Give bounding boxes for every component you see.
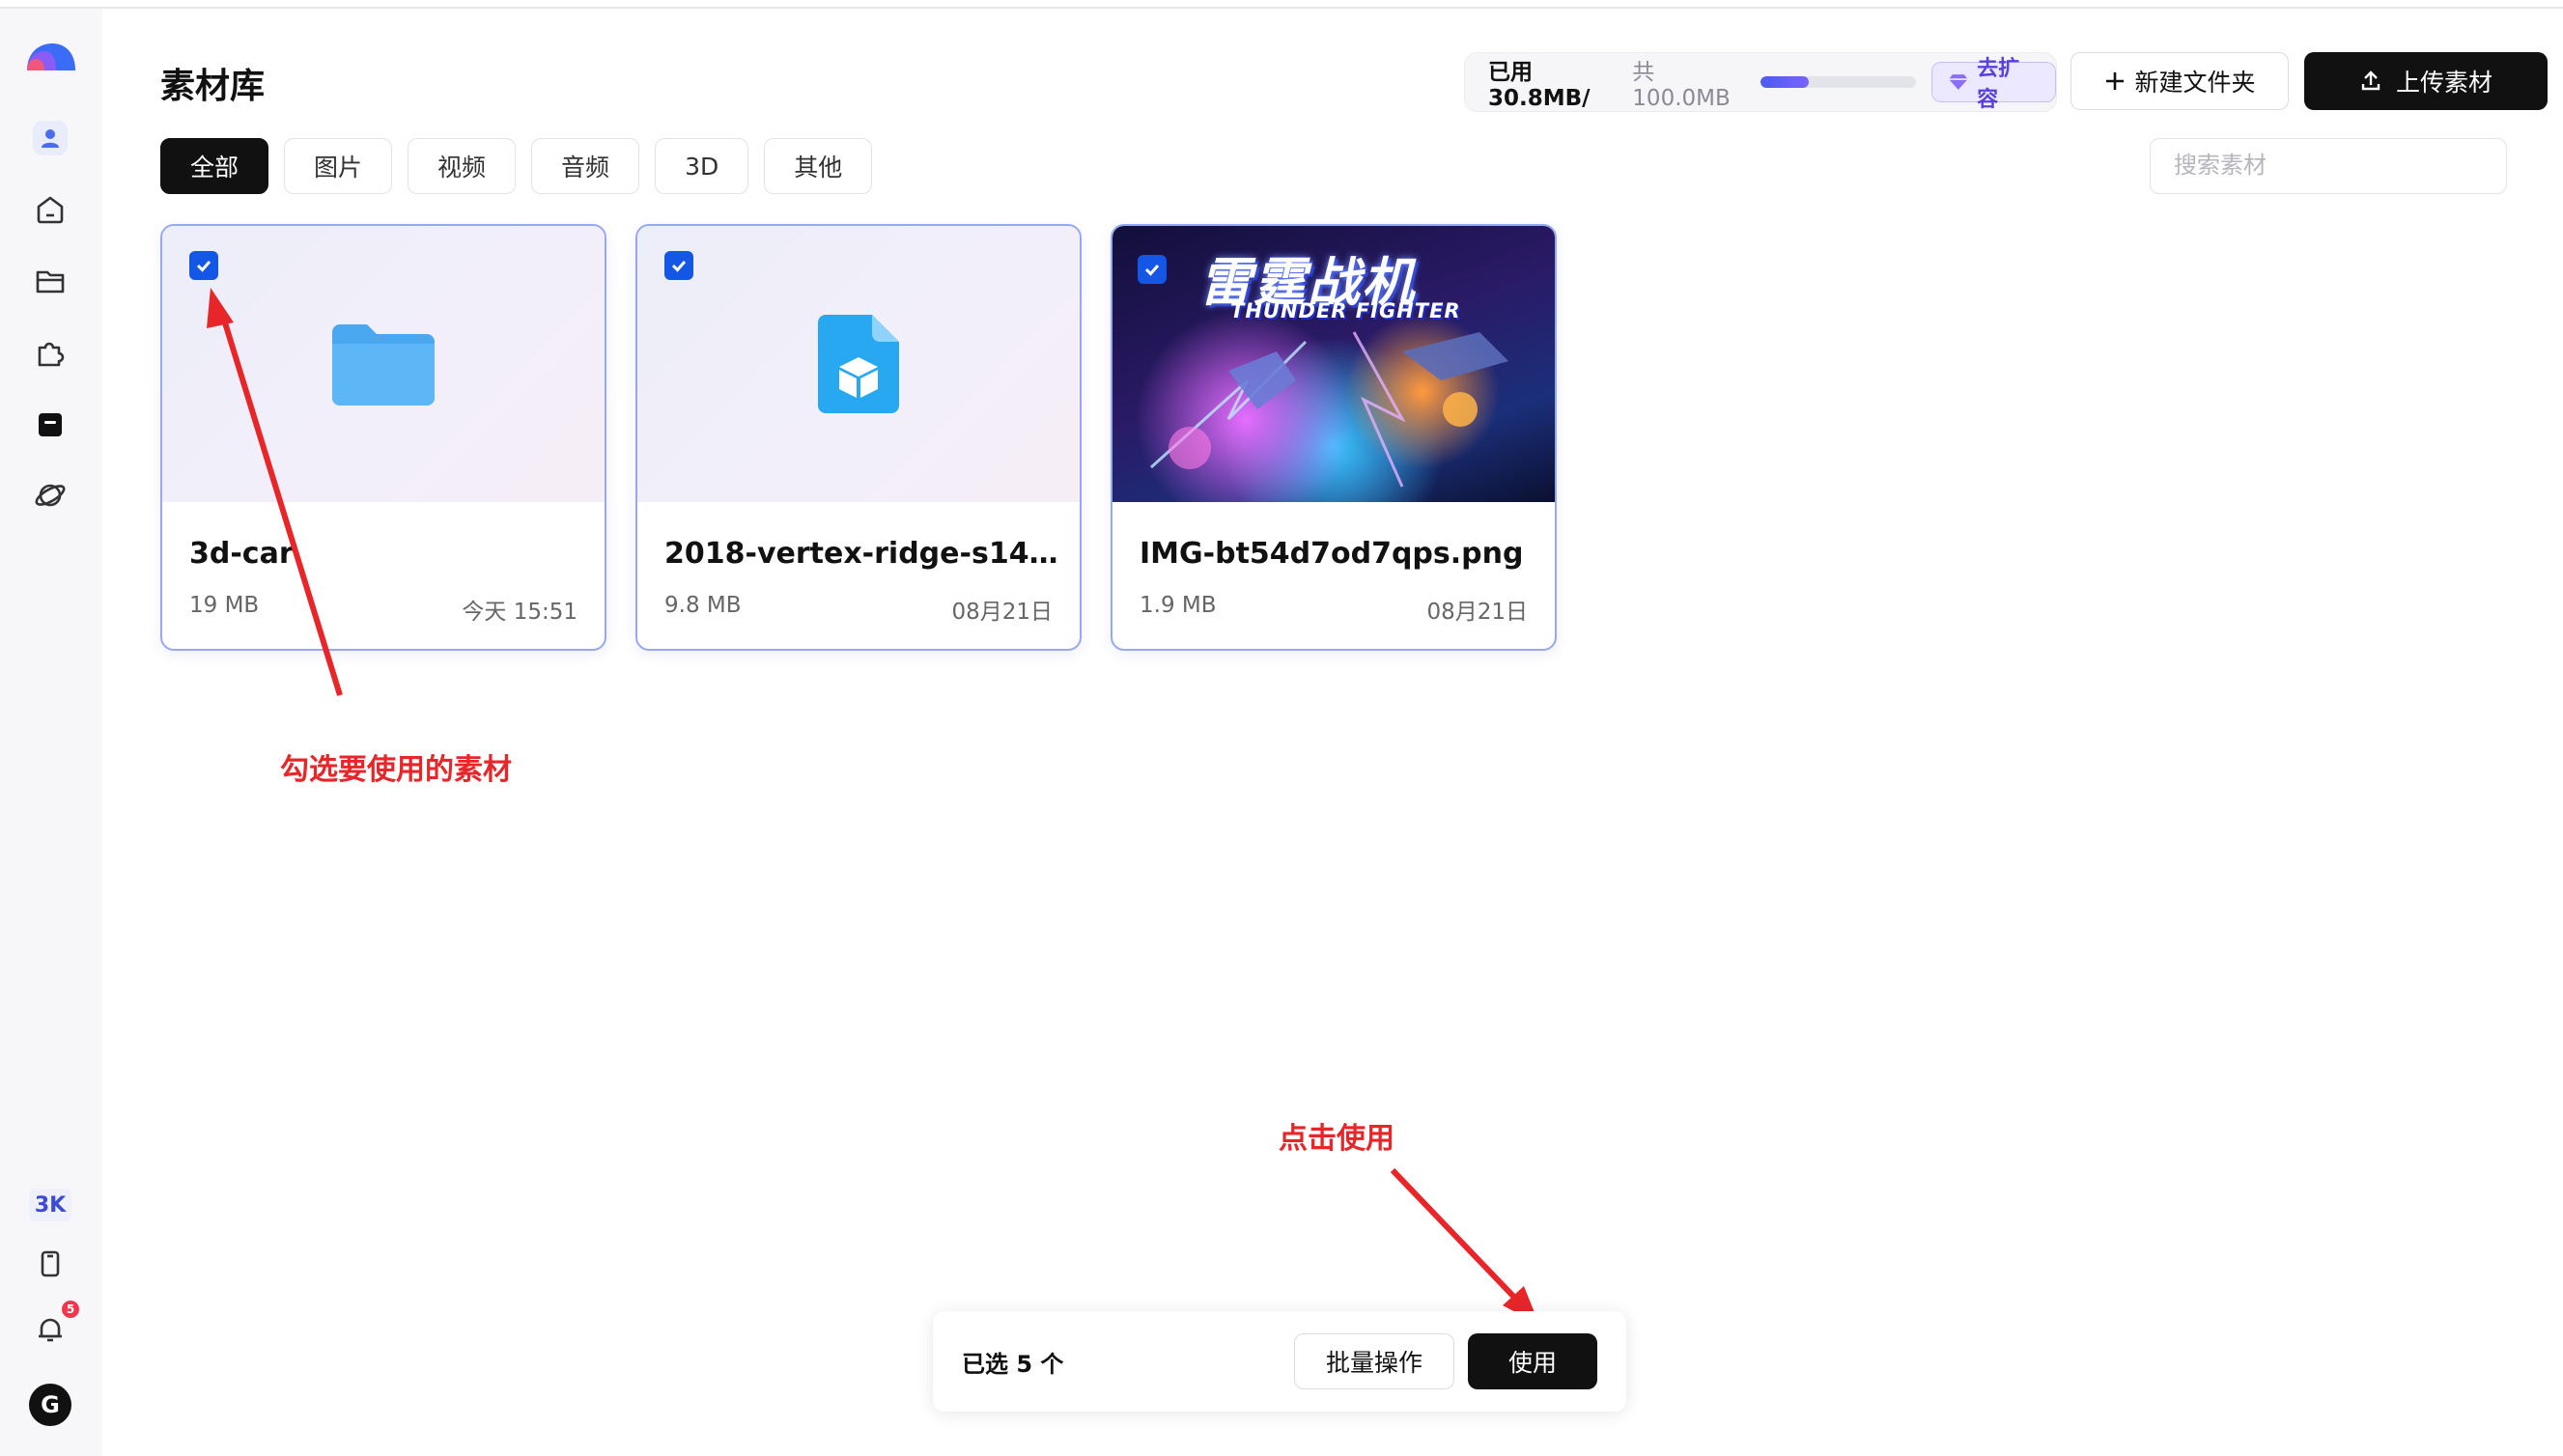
diamond-icon bbox=[1949, 74, 1969, 90]
badge-3k[interactable]: 3K bbox=[29, 1189, 71, 1221]
category-tabs: 全部 图片 视频 音频 3D 其他 bbox=[160, 138, 873, 194]
checkmark-icon bbox=[1144, 265, 1160, 276]
new-folder-button[interactable]: 新建文件夹 bbox=[2070, 52, 2289, 110]
app-logo-icon[interactable] bbox=[23, 38, 79, 76]
use-button[interactable]: 使用 bbox=[1468, 1333, 1597, 1389]
folder-nav-icon[interactable] bbox=[29, 260, 71, 302]
poster-subtitle: THUNDER FIGHTER bbox=[1230, 299, 1461, 322]
asset-name: 3d-car bbox=[189, 537, 294, 571]
asset-card[interactable]: 2018-vertex-ridge-s14-silvi... 9.8 MB 08… bbox=[635, 224, 1082, 651]
storage-total-text: 共100.0MB bbox=[1632, 60, 1731, 111]
profile-icon[interactable] bbox=[33, 121, 68, 155]
user-avatar[interactable]: G bbox=[29, 1384, 71, 1426]
tab-images[interactable]: 图片 bbox=[284, 138, 393, 194]
select-hint-annotation: 勾选要使用的素材 bbox=[280, 753, 512, 787]
upload-icon bbox=[2361, 70, 2380, 91]
asset-name: 2018-vertex-ridge-s14-silvi... bbox=[664, 537, 1060, 571]
asset-checkbox[interactable] bbox=[189, 251, 218, 280]
explore-planet-icon[interactable] bbox=[29, 474, 71, 517]
tab-other[interactable]: 其他 bbox=[764, 138, 873, 194]
plus-icon bbox=[2106, 72, 2125, 90]
3d-model-file-icon bbox=[818, 315, 899, 413]
device-icon[interactable] bbox=[29, 1243, 71, 1285]
checkmark-icon bbox=[196, 261, 211, 272]
asset-card[interactable]: 雷霆战机 THUNDER FIGHTER IMG-bt54d7od7qps.pn… bbox=[1111, 224, 1557, 651]
asset-library-icon[interactable] bbox=[29, 403, 71, 445]
asset-checkbox[interactable] bbox=[1138, 255, 1167, 284]
top-border bbox=[0, 0, 2563, 9]
storage-progress-fill bbox=[1760, 76, 1809, 88]
home-icon[interactable] bbox=[29, 188, 71, 231]
expand-storage-label: 去扩容 bbox=[1977, 57, 2020, 112]
selection-action-bar: 已选 5 个 批量操作 使用 bbox=[933, 1311, 1626, 1412]
asset-thumbnail bbox=[637, 226, 1080, 502]
tab-3d[interactable]: 3D bbox=[655, 138, 749, 194]
tab-videos[interactable]: 视频 bbox=[408, 138, 517, 194]
sidebar: 3K 5 G bbox=[0, 9, 102, 1456]
storage-usage: 已用30.8MB/ 共100.0MB 去扩容 bbox=[1464, 52, 2057, 112]
new-folder-label: 新建文件夹 bbox=[2134, 69, 2256, 97]
folder-icon bbox=[332, 324, 435, 406]
upload-button[interactable]: 上传素材 bbox=[2304, 52, 2548, 110]
notification-count-badge: 5 bbox=[62, 1301, 79, 1318]
asset-size: 19 MB bbox=[189, 593, 260, 618]
asset-date: 今天 15:51 bbox=[462, 600, 577, 625]
tab-audio[interactable]: 音频 bbox=[531, 138, 640, 194]
upload-label: 上传素材 bbox=[2395, 69, 2493, 97]
checkmark-icon bbox=[671, 261, 687, 272]
annotation-arrows bbox=[207, 288, 1539, 1325]
asset-card[interactable]: 3d-car 19 MB 今天 15:51 bbox=[160, 224, 606, 651]
storage-used-text: 已用30.8MB/ bbox=[1488, 60, 1591, 111]
asset-date: 08月21日 bbox=[1426, 600, 1528, 625]
asset-checkbox[interactable] bbox=[664, 251, 693, 280]
storage-progress-bar bbox=[1760, 76, 1917, 88]
plugin-icon[interactable] bbox=[29, 331, 71, 374]
game-poster-image: 雷霆战机 THUNDER FIGHTER bbox=[1113, 226, 1555, 502]
asset-size: 9.8 MB bbox=[664, 593, 742, 618]
expand-storage-button[interactable]: 去扩容 bbox=[1931, 57, 2056, 112]
batch-operation-button[interactable]: 批量操作 bbox=[1294, 1333, 1454, 1389]
asset-name: IMG-bt54d7od7qps.png bbox=[1140, 537, 1524, 571]
search-input[interactable] bbox=[2150, 138, 2507, 194]
tab-all[interactable]: 全部 bbox=[160, 138, 269, 194]
asset-thumbnail bbox=[162, 226, 605, 502]
use-hint-annotation: 点击使用 bbox=[1279, 1122, 1394, 1156]
page-title: 素材库 bbox=[160, 67, 266, 106]
asset-size: 1.9 MB bbox=[1140, 593, 1217, 618]
selected-count: 已选 5 个 bbox=[962, 1350, 1064, 1378]
asset-date: 08月21日 bbox=[951, 600, 1053, 625]
